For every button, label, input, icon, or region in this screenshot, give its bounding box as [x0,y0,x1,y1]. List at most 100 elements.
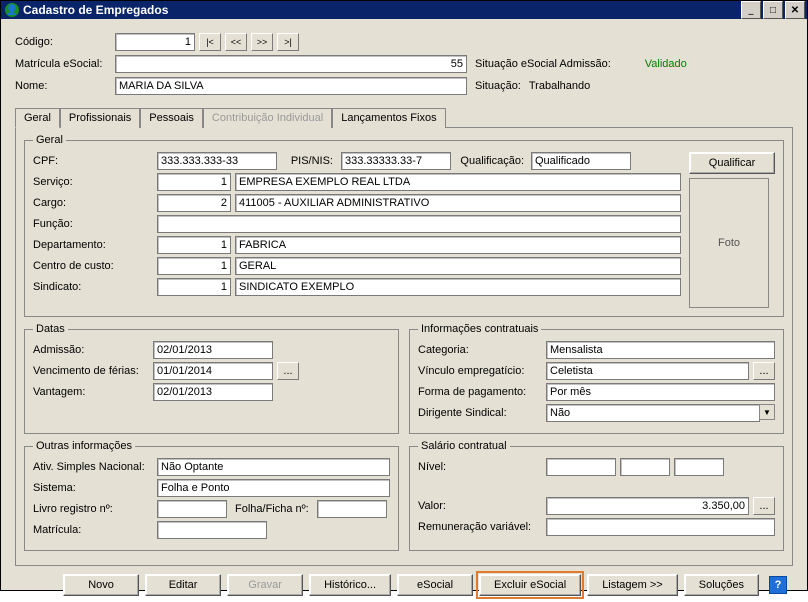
categoria-label: Categoria: [418,344,542,356]
nome-input[interactable] [115,77,467,95]
esocial-button[interactable]: eSocial [397,574,473,596]
pis-label: PIS/NIS: [281,155,337,167]
ativ-simples-input[interactable] [157,458,390,476]
sindicato-label: Sindicato: [33,281,153,293]
window: 👤 Cadastro de Empregados _ □ ✕ Código: |… [0,0,808,591]
nav-next-button[interactable]: >> [251,33,273,51]
matricula-esocial-label: Matrícula eSocial: [15,58,111,70]
vinculo-ellipsis-button[interactable]: ... [753,362,775,380]
admissao-input[interactable] [153,341,273,359]
codigo-label: Código: [15,36,111,48]
pis-input[interactable] [341,152,451,170]
nav-last-button[interactable]: >| [277,33,299,51]
valor-label: Valor: [418,500,542,512]
chevron-down-icon[interactable]: ▼ [759,404,775,420]
dirigente-label: Dirigente Sindical: [418,407,542,419]
cargo-label: Cargo: [33,197,153,209]
qualificacao-input[interactable] [531,152,631,170]
centro-label: Centro de custo: [33,260,153,272]
centro-code-input[interactable] [157,257,231,275]
servico-value-input[interactable] [235,173,681,191]
tab-lancamentos[interactable]: Lançamentos Fixos [332,108,445,128]
qualificar-button[interactable]: Qualificar [689,152,775,174]
vinculo-label: Vínculo empregatício: [418,365,542,377]
foto-box[interactable]: Foto [689,178,769,308]
folha-input[interactable] [317,500,387,518]
outras-info-fieldset: Outras informações Ativ. Simples Naciona… [24,440,399,551]
departamento-value-input[interactable] [235,236,681,254]
cargo-value-input[interactable] [235,194,681,212]
tab-geral[interactable]: Geral [15,108,60,128]
ativ-simples-label: Ativ. Simples Nacional: [33,461,153,473]
nivel-input-1[interactable] [546,458,616,476]
valor-ellipsis-button[interactable]: ... [753,497,775,515]
minimize-button[interactable]: _ [741,1,761,19]
vinculo-input[interactable] [546,362,749,380]
info-contratuais-fieldset: Informações contratuais Categoria: Víncu… [409,323,784,434]
forma-pgto-input[interactable] [546,383,775,401]
admissao-label: Admissão: [33,344,149,356]
nav-prev-button[interactable]: << [225,33,247,51]
help-icon[interactable]: ? [769,576,787,594]
matricula-label: Matrícula: [33,524,153,536]
valor-input[interactable] [546,497,749,515]
departamento-code-input[interactable] [157,236,231,254]
close-button[interactable]: ✕ [785,1,805,19]
cpf-label: CPF: [33,155,153,167]
window-title: Cadastro de Empregados [23,3,739,17]
outras-info-legend: Outras informações [33,440,135,452]
excluir-esocial-button[interactable]: Excluir eSocial [479,574,581,596]
dirigente-select[interactable] [546,404,760,422]
tab-pessoais[interactable]: Pessoais [140,108,203,128]
forma-pgto-label: Forma de pagamento: [418,386,542,398]
funcao-label: Função: [33,218,153,230]
sistema-input[interactable] [157,479,390,497]
matricula-input[interactable] [157,521,267,539]
vencimento-label: Vencimento de férias: [33,365,149,377]
remun-variavel-label: Remuneração variável: [418,521,542,533]
cpf-input[interactable] [157,152,277,170]
vencimento-input[interactable] [153,362,273,380]
tab-contribuicao: Contribuição Individual [203,108,332,128]
bottom-toolbar: Novo Editar Gravar Histórico... eSocial … [15,566,793,596]
livro-label: Livro registro nº: [33,503,153,515]
funcao-input[interactable] [157,215,681,233]
centro-value-input[interactable] [235,257,681,275]
livro-input[interactable] [157,500,227,518]
departamento-label: Departamento: [33,239,153,251]
codigo-input[interactable] [115,33,195,51]
sistema-label: Sistema: [33,482,153,494]
matricula-esocial-input[interactable] [115,55,467,73]
sindicato-code-input[interactable] [157,278,231,296]
vantagem-input[interactable] [153,383,273,401]
editar-button[interactable]: Editar [145,574,221,596]
novo-button[interactable]: Novo [63,574,139,596]
nav-first-button[interactable]: |< [199,33,221,51]
folha-label: Folha/Ficha nº: [231,503,313,515]
tab-panel-geral: Geral CPF: PIS/NIS: Qualificação: Serviç [15,127,793,566]
tab-strip: Geral Profissionais Pessoais Contribuiçã… [15,107,793,127]
nivel-input-2[interactable] [620,458,670,476]
sindicato-value-input[interactable] [235,278,681,296]
nome-label: Nome: [15,80,111,92]
solucoes-button[interactable]: Soluções [684,574,759,596]
datas-legend: Datas [33,323,68,335]
nivel-label: Nível: [418,461,542,473]
salario-legend: Salário contratual [418,440,510,452]
remun-variavel-input[interactable] [546,518,775,536]
geral-legend: Geral [33,134,66,146]
listagem-button[interactable]: Listagem >> [587,574,678,596]
situacao-label: Situação: [475,80,521,92]
maximize-button[interactable]: □ [763,1,783,19]
geral-fieldset: Geral CPF: PIS/NIS: Qualificação: Serviç [24,134,784,317]
tab-profissionais[interactable]: Profissionais [60,108,140,128]
foto-label: Foto [718,237,740,249]
nivel-input-3[interactable] [674,458,724,476]
historico-button[interactable]: Histórico... [309,574,391,596]
categoria-input[interactable] [546,341,775,359]
vantagem-label: Vantagem: [33,386,149,398]
cargo-code-input[interactable] [157,194,231,212]
situacao-value: Trabalhando [529,80,590,92]
vencimento-ellipsis-button[interactable]: ... [277,362,299,380]
servico-code-input[interactable] [157,173,231,191]
